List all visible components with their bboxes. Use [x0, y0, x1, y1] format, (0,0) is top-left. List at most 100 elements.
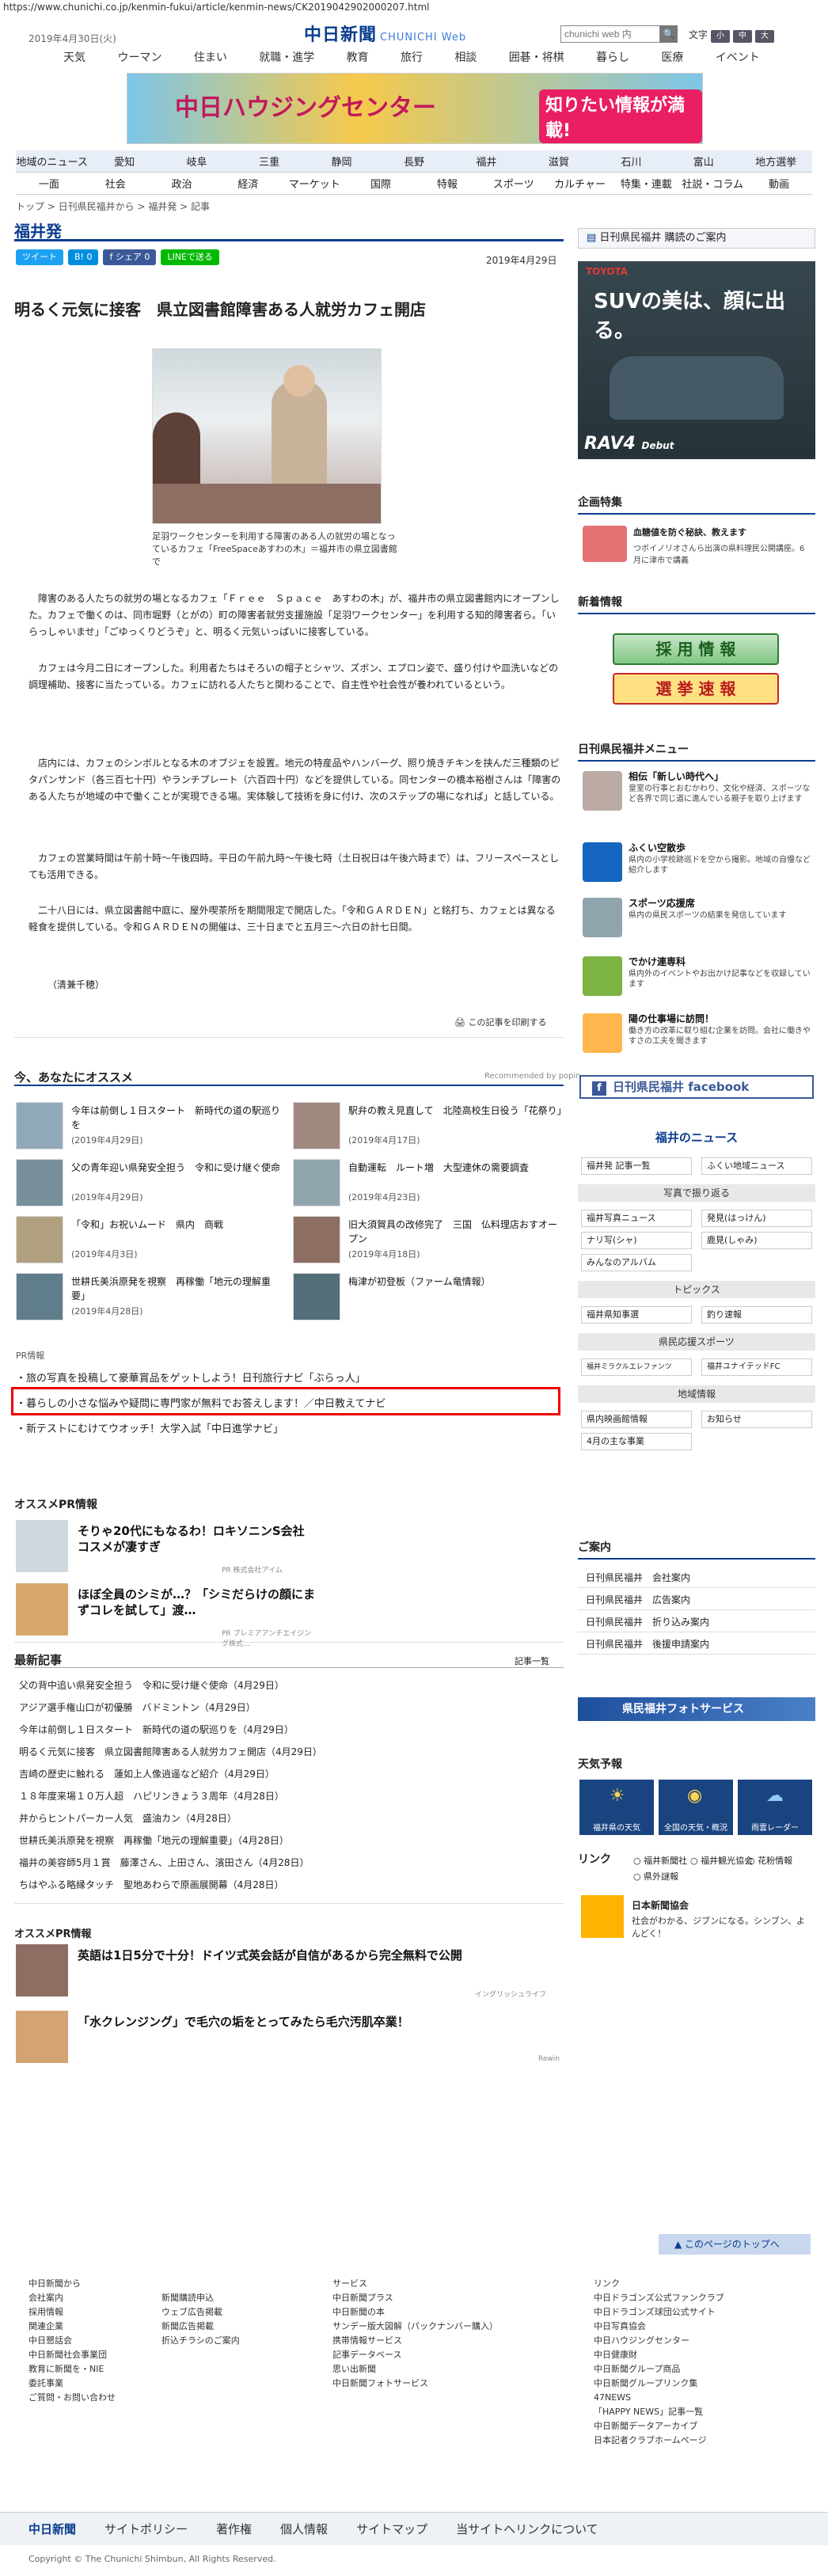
footer-link[interactable]: 日本記者クラブホームページ: [594, 2434, 724, 2448]
footer-link[interactable]: 中日新聞プラス: [332, 2291, 498, 2305]
recommend-item[interactable]: 「令和」お祝いムード 県内 商戦 (2019年4月3日): [16, 1216, 285, 1268]
article-list-link[interactable]: 記事一覧: [515, 1655, 549, 1667]
footer-link[interactable]: 47NEWS: [594, 2391, 724, 2405]
guide-link[interactable]: 日刊県民福井 後援申請案内: [578, 1634, 815, 1655]
pr-item[interactable]: ほぼ全員のシミが…？「シミだらけの顔にまずコレを試して」渡… PR プレミアアンチ…: [16, 1583, 317, 1648]
menu-item[interactable]: 陽の仕事場に訪問！ 働き方の改革に取り組む企業を訪問。会社に働きやすさの工夫を聞き…: [578, 1010, 815, 1059]
footer-link[interactable]: 中日新聞フォトサービス: [332, 2377, 498, 2391]
section-nav-item[interactable]: 社説・コラム: [679, 176, 746, 191]
footer-link[interactable]: ウェブ広告掲載: [161, 2305, 240, 2320]
news-button[interactable]: 福井ミラクルエレファンツ: [581, 1358, 692, 1376]
section-nav-item[interactable]: 一面: [16, 176, 82, 191]
nihon-shinbun-title[interactable]: 日本新聞協会: [632, 1898, 689, 1912]
footer-link[interactable]: 新聞購読申込: [161, 2291, 240, 2305]
footer-link[interactable]: 委託事業: [28, 2377, 116, 2391]
latest-item[interactable]: 井からヒントパーカー人気 盛油カン（4月28日）: [19, 1811, 565, 1825]
guide-link[interactable]: 日刊県民福井 広告案内: [578, 1590, 815, 1610]
gnav-item[interactable]: 住まい: [194, 49, 227, 65]
footer-bar-link[interactable]: 個人情報: [280, 2521, 328, 2537]
print-link[interactable]: 🖨 この記事を印刷する: [454, 1016, 546, 1028]
recommend-item[interactable]: 旧大須賀具の改修完了 三国 仏料理店おすオープン (2019年4月18日): [293, 1216, 562, 1268]
footer-link[interactable]: 教育に新聞を・NIE: [28, 2362, 116, 2377]
kikaku-thumb[interactable]: [583, 526, 627, 562]
latest-item[interactable]: １８年度来場１０万人超 ハピリンきょう３周年（4月28日）: [19, 1789, 565, 1803]
tweet-button[interactable]: ツイート: [16, 249, 63, 265]
font-small-button[interactable]: 小: [711, 30, 731, 43]
font-large-button[interactable]: 大: [755, 30, 775, 43]
gnav-item[interactable]: ウーマン: [118, 49, 162, 65]
latest-item[interactable]: ちはやふる略縁タッチ 聖地あわらで原画展開幕（4月28日）: [19, 1878, 565, 1891]
subscribe-link[interactable]: ▤ 日刊県民福井 購読のご案内: [578, 228, 815, 249]
region-nav-item[interactable]: 地方選挙: [740, 154, 812, 169]
latest-item[interactable]: 今年は前倒し１日スタート 新時代の道の駅巡りを（4月29日）: [19, 1723, 565, 1736]
housing-banner-ad[interactable]: 中日ハウジングセンター 知りたい情報が満載!: [127, 73, 703, 144]
news-button[interactable]: 福井県知事選: [581, 1306, 692, 1324]
footer-link[interactable]: 会社案内: [28, 2291, 116, 2305]
menu-item[interactable]: ふくい空散歩 県内の小学校跡巡ドを空から撮影。地域の自慢など紹介します: [578, 839, 815, 888]
facebook-share-button[interactable]: f シェア 0: [103, 249, 157, 265]
section-nav-item[interactable]: 経済: [215, 176, 281, 191]
footer-link[interactable]: 携帯情報サービス: [332, 2334, 498, 2348]
photo-service-banner[interactable]: 県民福井フォトサービス: [578, 1697, 815, 1721]
footer-link[interactable]: 「HAPPY NEWS」記事一覧: [594, 2405, 724, 2419]
footer-link[interactable]: 中日ドラゴンズ球団公式サイト: [594, 2305, 724, 2320]
recommend-item[interactable]: 父の青年迎い県発安全担う 令和に受け継ぐ使命 (2019年4月29日): [16, 1159, 285, 1211]
latest-item[interactable]: 世耕氏美浜原発を視察 再稼働「地元の理解重要」（4月28日）: [19, 1833, 565, 1847]
footer-link[interactable]: 関連企業: [28, 2320, 116, 2334]
region-nav-item[interactable]: 滋賀: [522, 154, 594, 169]
nihon-shinbun-logo[interactable]: [581, 1895, 624, 1938]
menu-item[interactable]: スポーツ応援席 県内の県民スポーツの結果を発信しています: [578, 895, 815, 944]
gnav-item[interactable]: 天気: [63, 49, 85, 65]
kikaku-title[interactable]: 血糖値を防ぐ秘訣、教えます: [633, 526, 812, 538]
senkyo-button[interactable]: 選 挙 速 報: [613, 673, 779, 705]
footer-link[interactable]: 中日懇話会: [28, 2334, 116, 2348]
gnav-item[interactable]: 旅行: [401, 49, 423, 65]
pr-item[interactable]: 英語は1日5分で十分！ドイツ式英会話が自信があるから完全無料で公開 イングリッシュ…: [16, 1944, 562, 1999]
footer-link[interactable]: 中日健康財: [594, 2348, 724, 2362]
footer-link[interactable]: 中日新聞グループ商品: [594, 2362, 724, 2377]
link-item[interactable]: ○ 県外謎報: [633, 1870, 678, 1883]
recommend-item[interactable]: 梅津が初登板（ファーム竜情報）: [293, 1273, 562, 1325]
pr-link[interactable]: ・新テストにむけてウオッチ！大学入試「中日進学ナビ」: [16, 1420, 283, 1435]
gnav-item[interactable]: イベント: [716, 49, 760, 65]
section-nav-item[interactable]: 特集・連載: [613, 176, 679, 191]
footer-link[interactable]: 中日新聞社会事業団: [28, 2348, 116, 2362]
news-button[interactable]: 釣り速報: [701, 1306, 812, 1324]
gnav-item[interactable]: 医療: [661, 49, 683, 65]
news-button[interactable]: ナリ写(シャ): [581, 1232, 692, 1249]
section-nav-item[interactable]: カルチャー: [547, 176, 613, 191]
recommend-item[interactable]: 自動運転 ルート増 大型連休の需要調査 (2019年4月23日): [293, 1159, 562, 1211]
footer-link[interactable]: 採用情報: [28, 2305, 116, 2320]
footer-link[interactable]: 中日写真協会: [594, 2320, 724, 2334]
section-nav-item[interactable]: スポーツ: [480, 176, 547, 191]
footer-link[interactable]: 中日新聞グループリンク集: [594, 2377, 724, 2391]
region-nav-item[interactable]: 地域のニュース: [16, 154, 88, 169]
news-button[interactable]: 福井ユナイテッドFC: [701, 1358, 812, 1376]
toyota-ad[interactable]: TOYOTA SUVの美は、顔に出る。 RAV4 Debut: [578, 261, 815, 459]
saiyo-button[interactable]: 採 用 情 報: [613, 633, 779, 665]
region-nav-item[interactable]: 福井: [450, 154, 522, 169]
guide-link[interactable]: 日刊県民福井 折り込み案内: [578, 1612, 815, 1632]
recommend-item[interactable]: 世耕氏美浜原発を視察 再稼働「地元の理解重要」 (2019年4月28日): [16, 1273, 285, 1325]
region-nav-item[interactable]: 長野: [378, 154, 450, 169]
section-nav-item[interactable]: 政治: [149, 176, 215, 191]
site-logo[interactable]: 中日新聞 CHUNICHI Web: [304, 21, 466, 46]
region-nav-item[interactable]: 富山: [667, 154, 739, 169]
line-share-button[interactable]: LINEで送る: [161, 249, 219, 265]
footer-link[interactable]: 新聞広告掲載: [161, 2320, 240, 2334]
news-button[interactable]: みんなのアルバム: [581, 1254, 692, 1271]
menu-item[interactable]: 相伝「新しい時代へ」 皇室の行事とおむかわり、文化や経済、スポーツなど各界で同じ道…: [578, 768, 815, 817]
section-nav-item[interactable]: マーケット: [281, 176, 348, 191]
news-button[interactable]: 福井写真ニュース: [581, 1210, 692, 1227]
gnav-item[interactable]: 就職・進学: [259, 49, 314, 65]
menu-item[interactable]: でかけ連専科 県内外のイベントやお出かけ記事などを収録しています: [578, 953, 815, 1002]
footer-bar-link[interactable]: サイトポリシー: [104, 2521, 188, 2537]
section-nav-item[interactable]: 国際: [348, 176, 414, 191]
news-button[interactable]: 鹿見(しゃみ): [701, 1232, 812, 1249]
link-item[interactable]: ○ 福井新聞社: [633, 1854, 687, 1867]
news-button[interactable]: 4月の主な事業: [581, 1433, 692, 1450]
gnav-item[interactable]: 暮らし: [596, 49, 629, 65]
address-bar[interactable]: https://www.chunichi.co.jp/kenmin-fukui/…: [0, 0, 828, 14]
latest-item[interactable]: アジア選手権山口が初優勝 バドミントン（4月29日）: [19, 1700, 565, 1714]
footer-link[interactable]: 思い出新聞: [332, 2362, 498, 2377]
